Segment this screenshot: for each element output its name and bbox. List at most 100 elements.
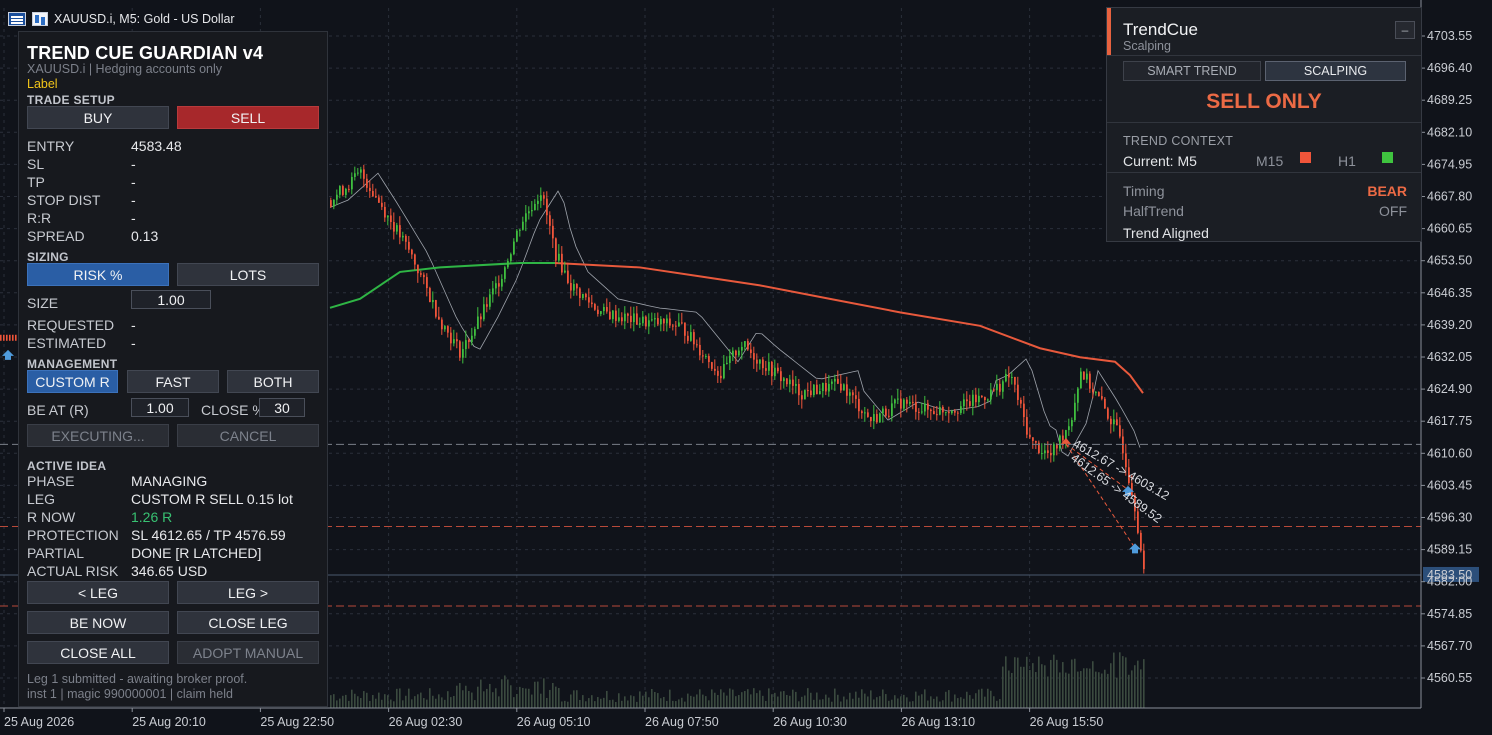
tab-scalping[interactable]: SCALPING [1265, 61, 1406, 81]
candle-body [984, 397, 986, 401]
candle-body [402, 235, 404, 238]
volume-bar [603, 697, 605, 708]
volume-bar [639, 691, 641, 708]
close-pct-input[interactable]: 30 [259, 398, 305, 417]
candle-body [408, 241, 410, 250]
candle-body [0, 334, 2, 341]
candle-body [615, 310, 617, 321]
volume-bar [954, 694, 956, 708]
candle-body [939, 406, 941, 415]
volume-bar [1026, 656, 1028, 708]
chart-menu-icon[interactable] [8, 12, 26, 26]
be-at-label: BE AT (R) [27, 402, 89, 418]
volume-bar [675, 701, 677, 708]
previous-leg-button[interactable]: < LEG [27, 581, 169, 604]
volume-bar [558, 688, 560, 708]
volume-bar [840, 701, 842, 708]
actual-risk-value: 346.65 USD [131, 563, 208, 579]
volume-bar [798, 701, 800, 708]
candle-body [858, 398, 860, 412]
fast-button[interactable]: FAST [127, 370, 219, 393]
candle-body [381, 202, 383, 207]
volume-bar [774, 692, 776, 708]
volume-bar [1062, 662, 1064, 708]
section-active-idea: ACTIVE IDEA [27, 459, 107, 473]
candle-body [480, 316, 482, 320]
candle-body [711, 362, 713, 369]
volume-bar [645, 691, 647, 708]
close-leg-button[interactable]: CLOSE LEG [177, 611, 319, 634]
candle-body [627, 313, 629, 316]
sl-label: SL [27, 156, 45, 172]
trendcue-title: TrendCue [1123, 20, 1198, 39]
partial-value: DONE [R LATCHED] [131, 545, 262, 561]
volume-bar [591, 695, 593, 708]
volume-bar [993, 696, 995, 708]
volume-bar [1011, 672, 1013, 708]
volume-bar [585, 701, 587, 708]
risk-percent-button[interactable]: RISK % [27, 263, 169, 286]
volume-bar [882, 689, 884, 708]
candle-body [837, 378, 839, 384]
candle-body [471, 335, 473, 343]
volume-bar [759, 690, 761, 708]
volume-bar [741, 692, 743, 708]
candle-body [759, 359, 761, 364]
candle-body [972, 394, 974, 406]
cancel-button[interactable]: CANCEL [177, 424, 319, 447]
spread-value: 0.13 [131, 228, 159, 244]
entry-label: ENTRY [27, 138, 75, 154]
volume-bar [1101, 673, 1103, 708]
volume-bar [780, 691, 782, 708]
price-axis-label: 4689.25 [1427, 93, 1472, 107]
candle-body [1014, 376, 1016, 385]
volume-bar [1068, 673, 1070, 708]
volume-bar [654, 691, 656, 708]
lots-button[interactable]: LOTS [177, 263, 319, 286]
both-button[interactable]: BOTH [227, 370, 319, 393]
be-at-input[interactable]: 1.00 [131, 398, 189, 417]
panel-title: TREND CUE GUARDIAN v4 [27, 43, 264, 63]
volume-bar [648, 697, 650, 708]
candle-body [3, 334, 5, 341]
volume-bar [1104, 669, 1106, 708]
tab-smart-trend[interactable]: SMART TREND [1123, 61, 1261, 81]
volume-bar [1032, 663, 1034, 708]
price-axis-label: 4589.15 [1427, 543, 1472, 557]
candle-body [1086, 373, 1088, 380]
buy-button[interactable]: BUY [27, 106, 169, 129]
volume-bar [588, 698, 590, 708]
close-all-button[interactable]: CLOSE ALL [27, 641, 169, 664]
executing-button[interactable]: EXECUTING... [27, 424, 169, 447]
sell-button[interactable]: SELL [177, 106, 319, 129]
volume-bar [387, 695, 389, 708]
volume-bar [843, 696, 845, 708]
volume-bar [837, 694, 839, 708]
tf-h1-status-indicator [1382, 152, 1393, 163]
volume-bar [897, 698, 899, 708]
candle-body [849, 392, 851, 396]
volume-bar [888, 700, 890, 708]
candle-body [975, 394, 977, 403]
volume-bar [519, 686, 521, 708]
price-axis-label: 4617.75 [1427, 414, 1472, 428]
volume-bar [450, 697, 452, 708]
volume-bar [441, 697, 443, 708]
candle-body [735, 350, 737, 356]
candle-body [555, 238, 557, 261]
volume-bar [807, 688, 809, 708]
custom-r-button[interactable]: CUSTOM R [27, 370, 118, 393]
time-axis-label: 26 Aug 15:50 [1030, 715, 1104, 729]
next-leg-button[interactable]: LEG > [177, 581, 319, 604]
candle-body [930, 409, 932, 412]
adopt-manual-button[interactable]: ADOPT MANUAL [177, 641, 319, 664]
volume-bar [831, 701, 833, 708]
candle-body [498, 283, 500, 287]
volume-bar [822, 699, 824, 708]
be-now-button[interactable]: BE NOW [27, 611, 169, 634]
volume-bar [678, 699, 680, 708]
size-input[interactable]: 1.00 [131, 290, 211, 309]
minimize-button[interactable]: – [1395, 21, 1415, 39]
volume-bar [834, 688, 836, 708]
candle-body [867, 412, 869, 417]
